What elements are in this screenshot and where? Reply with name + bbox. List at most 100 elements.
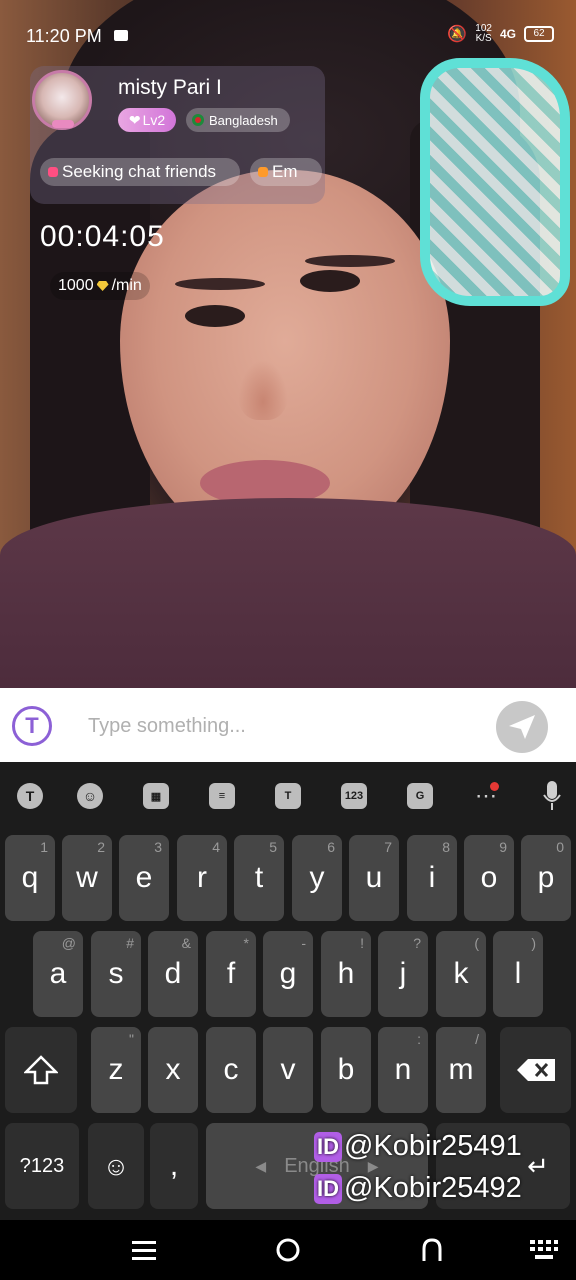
status-icons: 🔕 102 K/S 4G 62: [447, 24, 554, 44]
key-b[interactable]: b: [321, 1027, 371, 1113]
host-name: misty Pari I: [118, 76, 222, 99]
country-label: Bangladesh: [209, 112, 278, 128]
diamond-icon: [96, 281, 109, 291]
tag-seeking-chat: Seeking chat friends: [40, 158, 240, 186]
key-u[interactable]: u7: [349, 835, 399, 921]
back-icon: [422, 1238, 442, 1261]
country-badge: Bangladesh: [186, 108, 290, 132]
key-z[interactable]: z ": [91, 1027, 141, 1113]
video-brow-right: [305, 255, 395, 267]
mic-icon[interactable]: [536, 780, 568, 812]
camera-icon: [114, 30, 128, 41]
message-bar: T: [0, 688, 576, 762]
translate-icon[interactable]: T: [12, 706, 52, 746]
key-s[interactable]: s #: [91, 931, 141, 1017]
level-badge-label: Lv2: [142, 112, 166, 128]
emoji-icon: ☺: [102, 1150, 130, 1181]
level-badge-icon: ❤: [128, 111, 141, 128]
key-o[interactable]: o9: [464, 835, 514, 921]
video-brow-left: [175, 278, 265, 290]
home-nav-button[interactable]: [270, 1234, 306, 1266]
key-y[interactable]: y6: [292, 835, 342, 921]
key-w[interactable]: w2: [62, 835, 112, 921]
status-time: 11:20 PM: [26, 26, 102, 46]
watermark-text: @Kobir25492: [344, 1172, 522, 1204]
keyboard-hide-button[interactable]: [526, 1234, 562, 1266]
keyboard-hide-icon: [530, 1240, 558, 1259]
key-r[interactable]: r4: [177, 835, 227, 921]
level-badge: ❤ Lv2: [118, 108, 176, 132]
left-arrow-icon: ◀: [255, 1157, 267, 1174]
watermark-line-2: ID @Kobir25492: [314, 1172, 522, 1205]
key-d[interactable]: d &: [148, 931, 198, 1017]
numpad-label: 123: [341, 783, 367, 809]
key-v[interactable]: v: [263, 1027, 313, 1113]
tag-label: Seeking chat friends: [62, 162, 217, 181]
home-icon: [276, 1238, 300, 1262]
watermark-line-1: ID @Kobir25491: [314, 1130, 522, 1163]
avatar-badge: [52, 120, 74, 128]
grammarly-icon[interactable]: G: [404, 780, 436, 812]
call-timer: 00:04:05: [40, 220, 165, 253]
font-icon[interactable]: T: [272, 780, 304, 812]
key-h[interactable]: h!: [321, 931, 371, 1017]
send-button[interactable]: [496, 701, 548, 753]
id-badge: ID: [314, 1131, 342, 1162]
rate-value: 1000: [58, 277, 94, 294]
heart-icon: [48, 167, 58, 177]
key-k[interactable]: k(: [436, 931, 486, 1017]
net-speed-unit: K/S: [475, 33, 492, 44]
clipboard-icon[interactable]: ≡: [206, 780, 238, 812]
rate-unit: /min: [111, 277, 142, 294]
tag-emotion: Em: [250, 158, 322, 186]
key-a[interactable]: a @: [33, 931, 83, 1017]
key-g[interactable]: g-: [263, 931, 313, 1017]
key-q[interactable]: q1: [5, 835, 55, 921]
back-nav-button[interactable]: [414, 1234, 450, 1266]
comma-key[interactable]: ,: [150, 1123, 198, 1209]
flag-icon: [192, 114, 204, 126]
backspace-icon: [516, 1059, 555, 1081]
translate-keyboard-icon[interactable]: T: [14, 780, 46, 812]
tag-label: Em: [272, 162, 298, 181]
key-n[interactable]: n:: [378, 1027, 428, 1113]
network-type: 4G: [499, 27, 516, 41]
key-c[interactable]: c: [206, 1027, 256, 1113]
key-x[interactable]: x: [148, 1027, 198, 1113]
menu-nav-button[interactable]: [126, 1234, 162, 1266]
store-icon[interactable]: ▦: [140, 780, 172, 812]
shift-key[interactable]: [5, 1027, 77, 1113]
call-rate: 1000 /min: [50, 272, 150, 300]
more-icon[interactable]: ⋯: [470, 780, 502, 812]
navigation-bar: [0, 1220, 576, 1280]
emoji-key[interactable]: ☺: [88, 1123, 144, 1209]
emoji-toolbar-icon[interactable]: ☺: [74, 780, 106, 812]
net-speed: 102 K/S: [475, 24, 492, 44]
shift-icon: [24, 1055, 58, 1085]
menu-icon: [132, 1241, 156, 1260]
key-l[interactable]: l): [493, 931, 543, 1017]
message-input[interactable]: [76, 706, 476, 746]
key-e[interactable]: e3: [119, 835, 169, 921]
key-i[interactable]: i8: [407, 835, 457, 921]
key-j[interactable]: j?: [378, 931, 428, 1017]
notification-dot: [490, 782, 499, 791]
video-shirt: [0, 498, 576, 688]
backspace-key[interactable]: [500, 1027, 571, 1113]
sticker-doodle: [420, 58, 570, 306]
emotion-icon: [258, 167, 268, 177]
mute-icon: 🔕: [447, 26, 468, 43]
keyboard-toolbar: T ☺ ▦ ≡ T 123 G ⋯: [0, 762, 576, 828]
numpad-icon[interactable]: 123: [338, 780, 370, 812]
battery-icon: 62: [524, 26, 554, 42]
key-m[interactable]: m /: [436, 1027, 486, 1113]
symbols-key[interactable]: ?123: [5, 1123, 79, 1209]
watermark-text: @Kobir25491: [344, 1130, 522, 1162]
video-eye-right: [300, 270, 360, 292]
key-t[interactable]: t5: [234, 835, 284, 921]
enter-icon: ↵: [527, 1150, 549, 1181]
key-p[interactable]: p0: [521, 835, 571, 921]
send-icon: [509, 715, 535, 739]
key-f[interactable]: f *: [206, 931, 256, 1017]
status-bar: 11:20 PM 🔕 102 K/S 4G 62: [0, 0, 576, 70]
